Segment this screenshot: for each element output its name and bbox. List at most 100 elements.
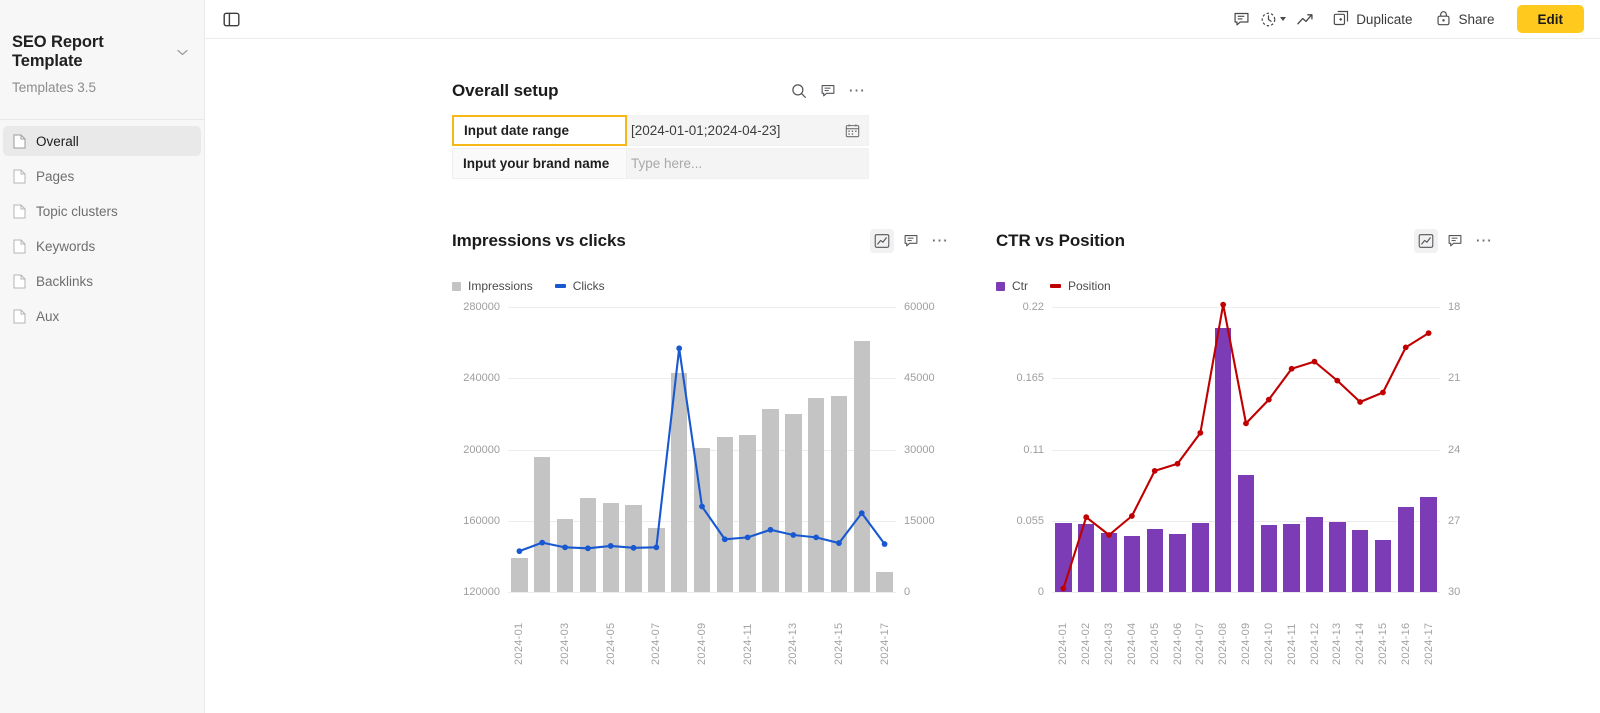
- chevron-down-icon[interactable]: [177, 48, 188, 59]
- search-icon[interactable]: [787, 79, 811, 103]
- comment-icon[interactable]: [1443, 229, 1467, 253]
- comment-icon[interactable]: [816, 79, 840, 103]
- sidebar-item-overall[interactable]: Overall: [3, 126, 201, 156]
- x-label-slot: [668, 595, 691, 665]
- calendar-icon[interactable]: [845, 123, 860, 138]
- x-axis-tick-label: 2024-12: [1308, 622, 1321, 665]
- x-axis-tick-label: 2024-07: [650, 622, 663, 665]
- sidebar-item-backlinks[interactable]: Backlinks: [3, 266, 201, 296]
- line-point[interactable]: [1128, 513, 1135, 519]
- line-point[interactable]: [1243, 420, 1249, 427]
- doc-title-row[interactable]: SEO Report Template: [12, 33, 188, 71]
- more-dots-icon[interactable]: ⋯: [845, 79, 869, 103]
- line-point[interactable]: [1311, 358, 1318, 365]
- legend-item-ctr[interactable]: Ctr: [996, 279, 1028, 293]
- line-point[interactable]: [1151, 467, 1158, 474]
- line-point[interactable]: [1197, 429, 1204, 436]
- line-point[interactable]: [1106, 532, 1112, 538]
- line-point[interactable]: [607, 543, 614, 549]
- x-axis-tick-label: 2024-05: [604, 622, 617, 665]
- line-point[interactable]: [721, 536, 728, 543]
- chart2-x-axis-labels: 2024-01 2024-02 2024-03 2024-04 2024-05 2024-…: [1052, 595, 1440, 665]
- line-point[interactable]: [699, 503, 705, 510]
- legend-swatch: [554, 284, 566, 288]
- line-point[interactable]: [1334, 377, 1341, 384]
- line-point[interactable]: [584, 545, 591, 552]
- setup-key-brand-name[interactable]: Input your brand name: [452, 148, 627, 179]
- comment-icon[interactable]: [899, 229, 923, 253]
- file-icon: [13, 134, 26, 149]
- x-axis-tick-label: 2024-03: [1103, 622, 1116, 665]
- trend-arrow-icon[interactable]: [1291, 5, 1319, 33]
- legend-item-clicks[interactable]: Clicks: [554, 279, 605, 293]
- line-chart-icon[interactable]: [1414, 229, 1438, 253]
- x-axis-tick-label: 2024-11: [1285, 623, 1298, 665]
- line-point[interactable]: [1220, 301, 1227, 308]
- more-dots-icon[interactable]: ⋯: [1472, 229, 1496, 253]
- chart1-tools: ⋯: [870, 229, 952, 253]
- x-label-slot: 2024-11: [736, 595, 759, 665]
- line-point[interactable]: [836, 540, 842, 546]
- line-chart-icon[interactable]: [870, 229, 894, 253]
- line-point[interactable]: [1380, 389, 1386, 396]
- line-point[interactable]: [1357, 399, 1364, 405]
- comment-icon[interactable]: [1227, 5, 1255, 33]
- x-axis-tick-label: 2024-10: [1262, 622, 1275, 665]
- line-path: [1062, 303, 1430, 589]
- x-label-slot: 2024-12: [1303, 595, 1326, 665]
- line-point[interactable]: [1425, 330, 1432, 337]
- sidebar-item-topic-clusters[interactable]: Topic clusters: [3, 196, 201, 226]
- line-point[interactable]: [813, 534, 820, 541]
- x-axis-tick-label: 2024-15: [833, 622, 845, 665]
- x-label-slot: 2024-13: [782, 595, 805, 665]
- duplicate-button[interactable]: Duplicate: [1323, 5, 1422, 33]
- x-axis-tick-label: 2024-08: [1217, 622, 1230, 665]
- x-axis-tick-label: 2024-01: [513, 622, 526, 665]
- line-point[interactable]: [881, 541, 888, 547]
- line-point[interactable]: [767, 526, 774, 533]
- legend-item-impressions[interactable]: Impressions: [452, 279, 533, 293]
- line-point[interactable]: [1174, 460, 1181, 467]
- sidebar-item-pages[interactable]: Pages: [3, 161, 201, 191]
- date-range-input[interactable]: [2024-01-01;2024-04-23]: [627, 115, 869, 146]
- x-axis-tick-label: 2024-09: [696, 622, 709, 665]
- line-point[interactable]: [1265, 396, 1272, 403]
- sidebar-divider: [0, 119, 204, 120]
- chart2-right-axis: 18 21 24 27 30: [1440, 301, 1496, 598]
- x-label-slot: 2024-03: [1098, 595, 1121, 665]
- axis-tick-label: 0.11: [1023, 443, 1044, 456]
- line-point[interactable]: [539, 539, 546, 546]
- sidebar-item-keywords[interactable]: Keywords: [3, 231, 201, 261]
- line-point[interactable]: [1060, 585, 1067, 592]
- chart2-legend: Ctr Position: [996, 279, 1496, 293]
- edit-button[interactable]: Edit: [1516, 5, 1584, 33]
- brand-name-input[interactable]: Type here...: [627, 148, 869, 179]
- line-point[interactable]: [516, 548, 523, 555]
- sidebar-item-aux[interactable]: Aux: [3, 301, 201, 331]
- setup-key-date-range[interactable]: Input date range: [452, 115, 627, 146]
- x-label-slot: 2024-04: [1120, 595, 1143, 665]
- line-point[interactable]: [744, 534, 751, 541]
- line-point[interactable]: [790, 532, 797, 538]
- sidebar-toggle-icon[interactable]: [217, 5, 245, 33]
- line-point[interactable]: [630, 544, 637, 551]
- more-dots-icon[interactable]: ⋯: [928, 229, 952, 253]
- share-button[interactable]: Share: [1426, 5, 1504, 33]
- share-label: Share: [1458, 11, 1495, 27]
- line-point[interactable]: [858, 510, 865, 517]
- history-clock-icon[interactable]: [1259, 5, 1287, 33]
- line-point[interactable]: [1402, 344, 1409, 351]
- sidebar-item-label: Keywords: [36, 238, 96, 254]
- file-icon: [13, 239, 26, 254]
- x-axis-tick-label: 2024-17: [878, 622, 891, 665]
- line-point[interactable]: [1288, 365, 1295, 372]
- line-point[interactable]: [1083, 514, 1090, 521]
- x-label-slot: 2024-05: [1143, 595, 1166, 665]
- x-axis-tick-label: 2024-07: [1194, 622, 1207, 665]
- line-point[interactable]: [676, 345, 683, 352]
- legend-item-position[interactable]: Position: [1050, 279, 1111, 293]
- x-label-slot: [805, 595, 828, 665]
- line-point[interactable]: [562, 544, 568, 551]
- x-label-slot: 2024-08: [1212, 595, 1235, 665]
- line-point[interactable]: [653, 544, 660, 551]
